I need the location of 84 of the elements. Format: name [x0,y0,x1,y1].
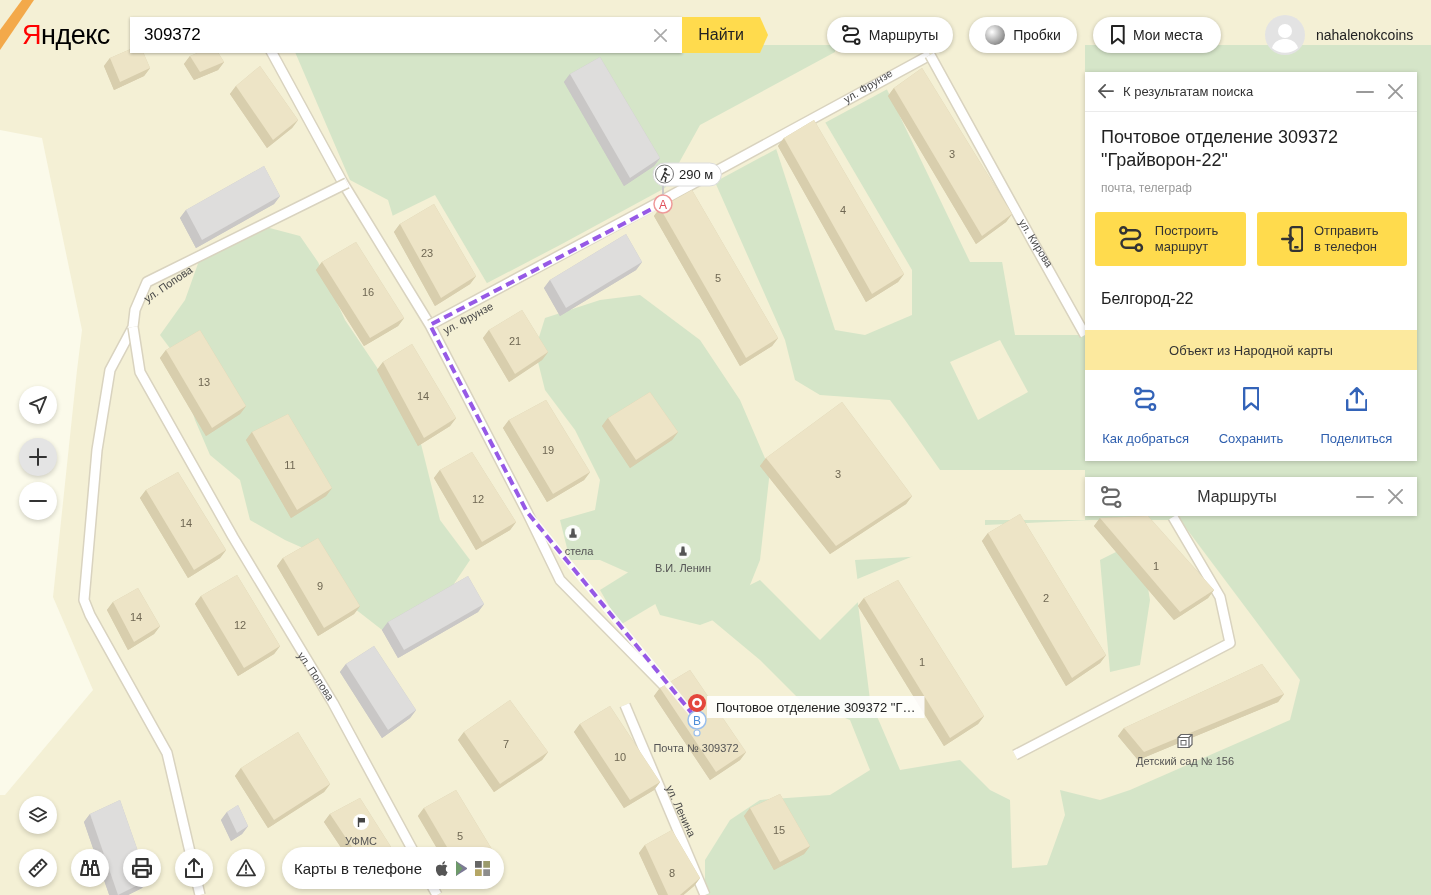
monument-icon [675,543,691,559]
navigation-arrow-icon [29,396,47,414]
apple-icon [436,860,448,876]
house-number: 14 [129,611,143,623]
play-icon [455,860,468,876]
place-title: Почтовое отделение 309372 "Грайворон-22" [1101,126,1340,172]
arrow-left-icon [1098,84,1114,99]
bookmark-icon [1242,387,1260,411]
save-button[interactable]: Сохранить [1198,370,1304,461]
house-number: 16 [361,286,375,298]
binoculars-icon [80,860,100,876]
tiles-icon [475,860,491,876]
place-label: Почта № 309372 [653,742,739,754]
ruler-icon [28,858,48,878]
house-number: 21 [508,335,522,347]
building [107,588,160,650]
disc-icon [985,25,1006,45]
distance-text: 290 м [679,167,714,182]
route-icon [1119,226,1144,252]
route-icon [1101,485,1122,508]
mobile-apps-link[interactable]: Карты в телефоне [282,847,505,889]
traffic-button[interactable]: Пробки [969,17,1077,53]
warning-icon [236,858,256,878]
place-label: В.И. Ленин [655,562,711,574]
house-number: 13 [197,376,211,388]
house-number: 23 [420,247,434,259]
user-name[interactable]: nahalenokcoins [1316,27,1414,43]
house-number: 14 [416,390,430,402]
close-icon [1387,84,1403,99]
avatar-icon [1265,15,1305,55]
house-number: 5 [456,830,464,842]
house-number: 2 [1042,592,1050,604]
panel-title: Маршруты [1197,487,1277,506]
house-number: 3 [834,468,842,480]
house-number: 10 [613,751,627,763]
send-to-phone-button[interactable]: Отправить в телефон [1256,212,1407,266]
search-button[interactable]: Найти [682,17,768,53]
house-number: 1 [918,656,926,668]
house-number: 14 [179,517,193,529]
layers-icon [29,807,47,823]
house-number: 4 [839,204,847,216]
cube-icon [1177,733,1193,749]
back-to-results-button[interactable]: К результатам поиска [1098,84,1254,99]
share-button[interactable]: Поделиться [1303,370,1409,461]
bookmark-icon [1111,25,1125,45]
house-number: 1 [1152,560,1160,572]
house-number: 19 [541,444,555,456]
source-notice: Объект из Народной карты [1085,330,1417,370]
minimize-icon [1356,90,1374,93]
plus-icon [29,448,47,466]
my-places-button[interactable]: Мои места [1093,17,1221,53]
monument-icon [565,525,581,541]
printer-icon [132,858,152,878]
house-number: 12 [233,619,247,631]
house-number: 9 [316,580,324,592]
flag-icon [353,814,369,830]
directions-button[interactable]: Как добраться [1093,370,1199,461]
house-number: 5 [714,272,722,284]
route-icon [841,25,861,45]
house-number: 8 [668,867,676,879]
close-icon [1387,489,1403,504]
house-number: 12 [471,493,485,505]
minimize-icon [1356,495,1374,498]
place-address: Белгород-22 [1101,290,1194,307]
share-icon [185,858,203,878]
pin-icon [688,694,706,712]
build-route-button[interactable]: Построить маршрут [1095,212,1246,266]
share-icon [1345,387,1368,411]
search-field[interactable]: 309372 [130,17,682,53]
minus-icon [29,500,47,502]
house-number: 7 [502,738,510,750]
place-label: стела [564,545,594,557]
house-number: 3 [948,148,956,160]
logo[interactable]: Яндекс [22,19,130,51]
house-number: 11 [284,459,296,471]
place-callout: Почтовое отделение 309372 "Г… [707,696,925,718]
phone-icon [1280,226,1303,252]
routes-button[interactable]: Маршруты [827,17,953,53]
house-number: 15 [772,824,786,836]
place-label: УФМС [344,835,378,847]
route-icon [1134,387,1158,411]
close-icon [653,28,667,42]
place-label: Детский сад № 156 [1135,755,1235,767]
place-category: почта, телеграф [1101,180,1193,196]
